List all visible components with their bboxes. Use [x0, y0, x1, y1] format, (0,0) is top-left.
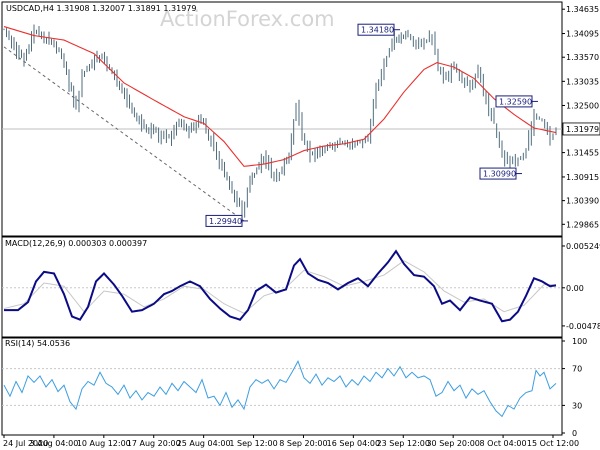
annotation-label: 1.30990: [483, 170, 516, 179]
price-annotation-3: 1.29940: [205, 214, 248, 227]
price-tick-label: 1.30915: [566, 173, 599, 182]
price-tick-label: 1.33035: [566, 77, 599, 86]
moving-average-line: [3, 26, 557, 167]
macd-axis: 0.005249 0.00 -0.004785: [562, 242, 600, 331]
time-tick-label: 3 Aug 04:00: [29, 439, 78, 448]
rsi-axis: 100 70 30 0: [562, 337, 587, 438]
macd-panel: [2, 249, 562, 323]
macd-signal-line: [3, 260, 556, 314]
time-axis: 24 Jul 20203 Aug 04:0010 Aug 12:0017 Aug…: [3, 435, 579, 448]
rsi-line: [3, 360, 557, 418]
rsi-tick-label: 30: [572, 401, 582, 410]
price-tick-label: 1.34095: [566, 30, 599, 39]
time-tick-label: 17 Aug 20:00: [127, 439, 181, 448]
annotation-label: 1.32590: [499, 97, 532, 106]
annotation-label: 1.29940: [209, 217, 242, 226]
panel-frame-1: [1, 236, 563, 338]
time-tick-label: 16 Sep 04:00: [327, 439, 380, 448]
time-tick-label: 10 Aug 12:00: [77, 439, 131, 448]
price-annotation-0: 1.34180: [357, 23, 400, 36]
price-annotation-2: 1.30990: [479, 167, 522, 180]
price-tick-label: 1.31455: [566, 149, 599, 158]
rsi-tick-label: 70: [572, 365, 582, 374]
macd-panel-title: MACD(12,26,9) 0.000303 0.000397: [5, 239, 147, 248]
panel-frame-0: [1, 1, 563, 237]
price-tick-label: 1.32500: [566, 101, 599, 110]
time-tick-label: 30 Sep 20:00: [426, 439, 479, 448]
rsi-panel-title: RSI(14) 54.0536: [5, 339, 70, 348]
macd-line: [4, 249, 557, 323]
time-tick-label: 8 Oct 04:00: [480, 439, 527, 448]
time-tick-label: 23 Sep 12:00: [377, 439, 430, 448]
macd-tick-label: -0.004785: [566, 322, 600, 331]
panel-frame-2: [1, 337, 563, 436]
price-panel: 1.34180 1.32590 1.30990 1.29940: [2, 23, 562, 227]
rsi-tick-label: 100: [572, 337, 587, 346]
price-tick-label: 1.34635: [566, 5, 599, 14]
price-axis: 1.34635 1.34095 1.33570 1.33035 1.32500 1.319…: [562, 5, 600, 229]
price-panel-title: USDCAD,H4 1.31908 1.32007 1.31891 1.3197…: [6, 4, 196, 13]
macd-tick-label: 0.00: [566, 284, 584, 293]
macd-tick-label: 0.005249: [566, 242, 600, 251]
price-tick-label: 1.31979: [566, 125, 599, 134]
price-tick-label: 1.30390: [566, 197, 599, 206]
time-tick-label: 1 Sep 12:00: [229, 439, 277, 448]
time-tick-label: 8 Sep 20:00: [279, 439, 327, 448]
price-tick-label: 1.33570: [566, 53, 599, 62]
chart-root: ActionForex.com 1.341801.325901.309901.2…: [1, 1, 600, 448]
price-annotation-1: 1.32590: [495, 95, 538, 108]
annotation-label: 1.34180: [361, 26, 394, 35]
time-tick-label: 15 Oct 12:00: [527, 439, 579, 448]
price-tick-label: 1.29865: [566, 220, 599, 229]
rsi-panel: [2, 360, 562, 418]
time-tick-label: 25 Aug 04:00: [177, 439, 231, 448]
rsi-tick-label: 0: [572, 429, 577, 438]
